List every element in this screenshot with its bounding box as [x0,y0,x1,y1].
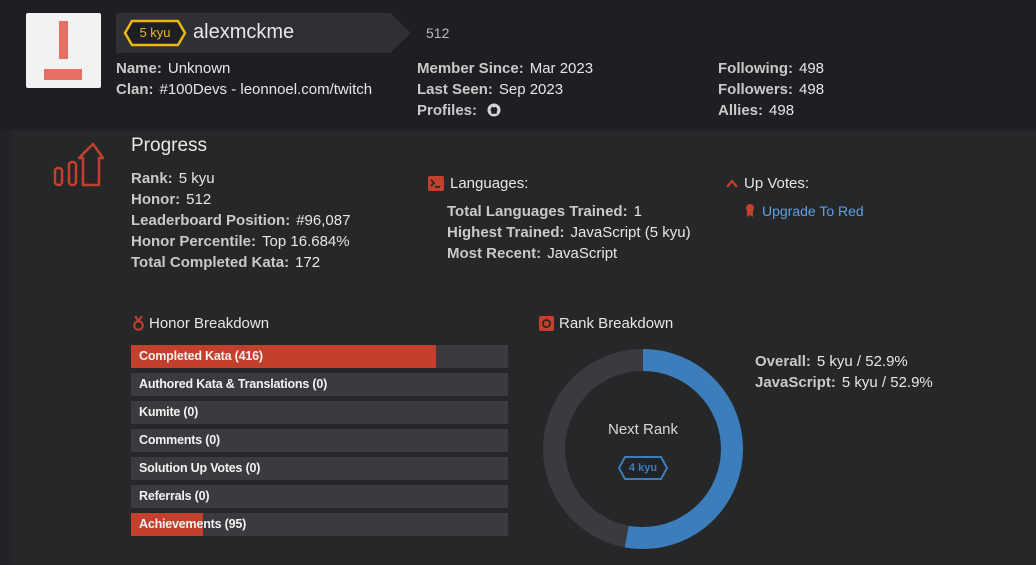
honor-row-label: Referrals (0) [139,489,210,503]
progress-rank: Rank: 5 kyu [131,168,215,189]
progress-kata-key: Total Completed Kata: [131,254,290,271]
ribbon-award-icon [746,204,754,217]
github-icon[interactable] [487,103,501,117]
honor-row-completed-kata: Completed Kata (416) [131,345,508,368]
rank-javascript: JavaScript: 5 kyu / 52.9% [755,372,933,393]
honor-score: 512 [426,25,450,41]
lang-recent-key: Most Recent: [447,245,542,262]
progress-leaderboard-key: Leaderboard Position: [131,212,291,229]
avatar-glyph-bar [59,21,68,59]
info-clan-key: Clan: [116,81,154,98]
rank-target-icon [539,316,554,331]
progress-kata: Total Completed Kata: 172 [131,252,320,273]
info-allies-value: 498 [769,102,795,119]
progress-leaderboard-value: #96,087 [296,212,351,229]
info-member-since: Member Since: Mar 2023 [417,58,593,79]
next-rank-badge: 4 kyu [617,455,669,481]
lang-recent: Most Recent: JavaScript [447,243,617,264]
kyu-rank-badge: 5 kyu [123,19,187,47]
progress-rank-key: Rank: [131,170,173,187]
honor-row-label: Comments (0) [139,433,220,447]
lang-total-key: Total Languages Trained: [447,203,628,220]
rank-breakdown-title: Rank Breakdown [559,315,674,332]
rank-javascript-value: 5 kyu / 52.9% [841,374,933,391]
info-clan-value: #100Devs - leonnoel.com/twitch [159,81,373,98]
info-name-key: Name: [116,60,162,77]
username: alexmckme [193,21,295,43]
progress-percentile-key: Honor Percentile: [131,233,257,250]
info-last-seen-key: Last Seen: [417,81,493,98]
lang-highest: Highest Trained: JavaScript (5 kyu) [447,222,691,243]
next-rank-label: Next Rank [607,421,679,438]
progress-kata-value: 172 [295,254,321,271]
info-followers-value: 498 [799,81,825,98]
terminal-icon [428,176,444,191]
info-member-since-value: Mar 2023 [529,60,594,77]
info-allies[interactable]: Allies: 498 [718,100,794,121]
lang-total-value: 1 [633,203,642,220]
info-profiles: Profiles: [417,100,501,121]
next-rank-badge-label: 4 kyu [628,462,658,474]
honor-row-achievements: Achievements (95) [131,513,508,536]
progress-chart-icon [53,142,104,187]
honor-row-label: Achievements (95) [139,517,247,531]
honor-row-label: Kumite (0) [139,405,199,419]
progress-leaderboard: Leaderboard Position: #96,087 [131,210,350,231]
info-followers-key: Followers: [718,81,794,98]
honor-row-label: Authored Kata & Translations (0) [139,377,328,391]
progress-honor-key: Honor: [131,191,181,208]
kyu-rank-label: 5 kyu [139,25,171,40]
honor-row-authored-kata: Authored Kata & Translations (0) [131,373,508,396]
info-allies-key: Allies: [718,102,764,119]
upvotes-title: Up Votes: [744,175,810,192]
info-following-value: 498 [798,60,825,77]
honor-breakdown-title: Honor Breakdown [149,315,270,332]
medal-icon [133,316,144,331]
languages-title: Languages: [450,175,529,192]
info-following[interactable]: Following: 498 [718,58,824,79]
info-last-seen-value: Sep 2023 [498,81,564,98]
rank-overall: Overall: 5 kyu / 52.9% [755,351,908,372]
progress-percentile: Honor Percentile: Top 16.684% [131,231,350,252]
honor-row-solution-upvotes: Solution Up Votes (0) [131,457,508,480]
honor-row-label: Solution Up Votes (0) [139,461,261,475]
rank-overall-key: Overall: [755,353,811,370]
info-name: Name: Unknown [116,58,230,79]
info-profiles-key: Profiles: [417,102,478,119]
honor-row-referrals: Referrals (0) [131,485,508,508]
honor-row-kumite: Kumite (0) [131,401,508,424]
upgrade-to-red-link[interactable]: Upgrade To Red [762,203,864,219]
progress-title: Progress [131,135,208,156]
info-following-key: Following: [718,60,793,77]
rank-javascript-key: JavaScript: [755,374,836,391]
lang-total: Total Languages Trained: 1 [447,201,642,222]
avatar-glyph-base [44,69,82,80]
avatar[interactable] [26,13,101,88]
rank-overall-value: 5 kyu / 52.9% [816,353,908,370]
info-clan: Clan: #100Devs - leonnoel.com/twitch [116,79,372,100]
lang-highest-key: Highest Trained: [447,224,565,241]
info-name-value: Unknown [167,60,231,77]
progress-percentile-value: Top 16.684% [262,233,350,250]
honor-row-label: Completed Kata (416) [139,349,263,363]
progress-honor-value: 512 [186,191,212,208]
honor-row-comments: Comments (0) [131,429,508,452]
chevron-up-icon [726,179,738,188]
lang-recent-value: JavaScript [547,245,618,262]
rank-progress-donut [543,349,743,549]
info-member-since-key: Member Since: [417,60,524,77]
info-last-seen: Last Seen: Sep 2023 [417,79,563,100]
progress-rank-value: 5 kyu [178,170,215,187]
progress-honor: Honor: 512 [131,189,211,210]
lang-highest-value: JavaScript (5 kyu) [570,224,691,241]
info-followers[interactable]: Followers: 498 [718,79,824,100]
